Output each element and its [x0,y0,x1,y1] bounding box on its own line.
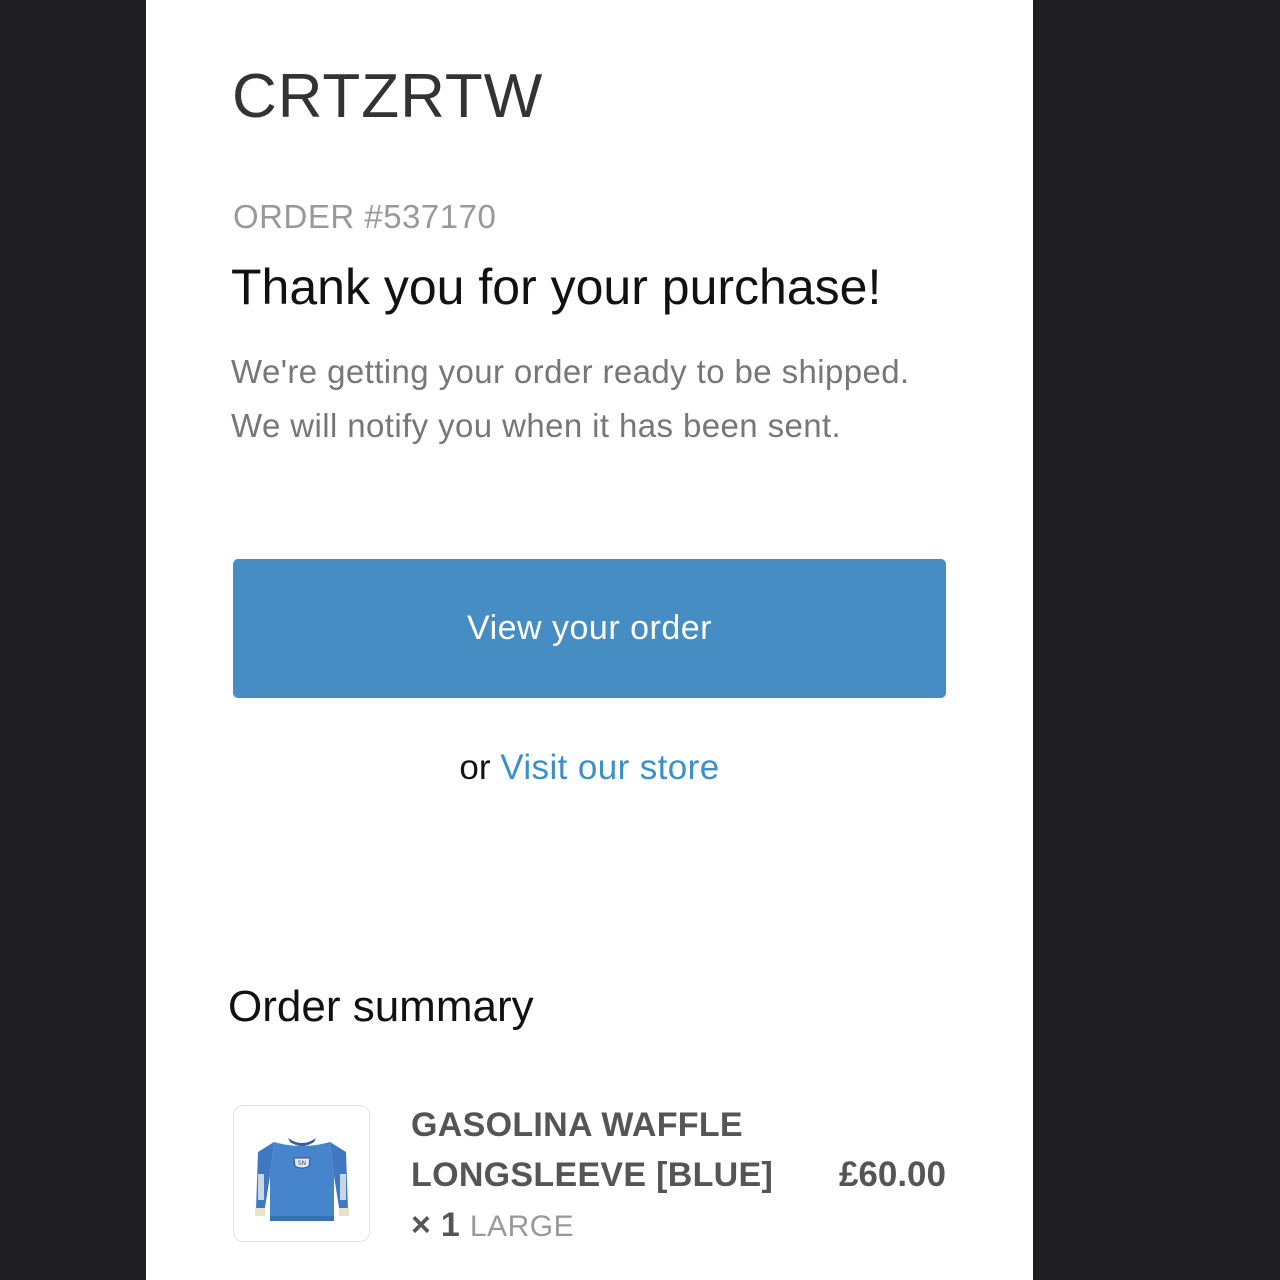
or-text: or [459,748,491,787]
product-name: GASOLINA WAFFLE LONGSLEEVE [BLUE] [411,1106,774,1194]
blue-longsleeve-shirt-icon: SN [255,1138,349,1221]
product-thumbnail[interactable]: SN [233,1105,370,1242]
svg-text:SN: SN [298,1160,306,1167]
order-summary-title: Order summary [228,982,534,1031]
view-order-button[interactable]: View your order [233,559,946,698]
email-card: CRTZRTW ORDER #537170 Thank you for your… [146,0,1033,1280]
visit-store-line: or Visit our store [146,745,1033,790]
shop-name: CRTZRTW [232,62,544,131]
visit-store-link[interactable]: Visit our store [500,748,719,787]
product-title: GASOLINA WAFFLE LONGSLEEVE [BLUE] × 1 LA… [411,1100,791,1252]
product-quantity: × 1 [411,1206,461,1244]
product-price: £60.00 [838,1155,946,1194]
view-order-button-label: View your order [467,609,712,647]
order-status-message: We're getting your order ready to be shi… [231,353,910,444]
thank-you-headline: Thank you for your purchase! [231,259,882,315]
order-number: ORDER #537170 [233,198,497,235]
product-variant: LARGE [469,1210,575,1243]
